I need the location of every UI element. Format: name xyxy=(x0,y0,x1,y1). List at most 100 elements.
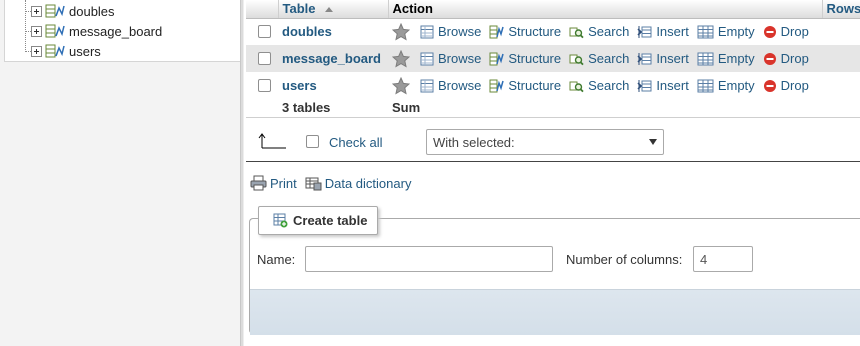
structure-icon xyxy=(489,52,505,65)
table-structure-icon xyxy=(45,24,65,38)
check-all-label[interactable]: Check all xyxy=(329,135,382,150)
table-structure-icon xyxy=(45,44,65,58)
print-link[interactable]: Print xyxy=(250,175,297,191)
tree-item-label: users xyxy=(69,43,101,59)
table-row: message_board Browse Structure Search In… xyxy=(246,45,860,72)
chevron-down-icon xyxy=(649,139,657,145)
printer-icon xyxy=(250,175,267,191)
create-table-legend: Create table xyxy=(258,206,379,235)
row-actions: Browse Structure Search Insert Empty Dro… xyxy=(392,49,818,68)
row-actions: Browse Structure Search Insert Empty Dro… xyxy=(392,76,818,95)
panel-resize-handle[interactable] xyxy=(240,0,244,346)
empty-icon xyxy=(697,79,714,92)
tables-list: Table Action Rows doubles Browse Structu… xyxy=(246,0,860,118)
table-column-header[interactable]: Table xyxy=(278,0,389,19)
create-table-icon xyxy=(273,213,288,228)
search-icon xyxy=(569,27,584,38)
drop-icon xyxy=(763,52,776,65)
empty-icon xyxy=(697,52,714,65)
sum-label: Sum xyxy=(388,99,822,118)
structure-link[interactable]: Structure xyxy=(489,78,561,93)
tree-line xyxy=(25,0,26,52)
print-links: Print Data dictionary xyxy=(250,174,419,192)
empty-link[interactable]: Empty xyxy=(697,24,755,39)
browse-link[interactable]: Browse xyxy=(420,78,481,93)
drop-icon xyxy=(763,79,776,92)
dropdown-value: With selected: xyxy=(433,134,515,150)
table-row: doubles Browse Structure Search Insert E… xyxy=(246,18,860,45)
database-tree: doubles message_board users xyxy=(4,0,240,62)
table-count: 3 tables xyxy=(278,99,388,118)
select-header xyxy=(246,0,279,19)
search-link[interactable]: Search xyxy=(569,78,629,93)
summary-row: 3 tables Sum xyxy=(246,99,860,118)
browse-link[interactable]: Browse xyxy=(420,51,481,66)
insert-link[interactable]: Insert xyxy=(637,51,689,66)
create-table-form: Name: Number of columns: 4 Create table xyxy=(249,206,860,335)
drop-link[interactable]: Drop xyxy=(763,24,809,39)
row-checkbox[interactable] xyxy=(258,25,271,39)
drop-link[interactable]: Drop xyxy=(763,51,809,66)
structure-icon xyxy=(489,79,505,92)
tree-item-users[interactable]: users xyxy=(25,42,101,60)
check-all-checkbox[interactable] xyxy=(306,135,319,148)
select-arrow-icon xyxy=(258,133,286,149)
favorite-star-icon[interactable] xyxy=(392,76,410,95)
name-label: Name: xyxy=(257,252,296,267)
browse-icon xyxy=(420,79,434,92)
browse-icon xyxy=(420,25,434,39)
browse-link[interactable]: Browse xyxy=(420,24,481,39)
structure-icon xyxy=(489,25,505,39)
browse-icon xyxy=(420,52,434,65)
navigation-panel: doubles message_board users xyxy=(0,0,240,346)
insert-link[interactable]: Insert xyxy=(637,78,689,93)
row-checkbox[interactable] xyxy=(258,52,271,65)
drop-icon xyxy=(763,25,776,38)
create-table-footer xyxy=(250,289,860,335)
table-name-link[interactable]: doubles xyxy=(282,24,332,39)
action-column-header: Action xyxy=(388,0,823,19)
with-selected-bar: Check all With selected: xyxy=(246,120,860,162)
columns-label: Number of columns: xyxy=(566,252,683,267)
insert-icon xyxy=(637,52,652,65)
create-table-title: Create table xyxy=(293,213,368,228)
search-link[interactable]: Search xyxy=(569,51,629,66)
favorite-star-icon[interactable] xyxy=(392,49,410,68)
empty-link[interactable]: Empty xyxy=(697,51,755,66)
with-selected-dropdown[interactable]: With selected: xyxy=(426,129,664,155)
search-link[interactable]: Search xyxy=(569,24,629,39)
table-header-row: Table Action Rows xyxy=(246,0,860,19)
table-structure-icon xyxy=(45,4,65,18)
main-content: Table Action Rows doubles Browse Structu… xyxy=(246,0,860,346)
drop-link[interactable]: Drop xyxy=(763,78,809,93)
structure-link[interactable]: Structure xyxy=(489,24,561,39)
data-dictionary-link[interactable]: Data dictionary xyxy=(305,175,411,191)
insert-icon xyxy=(637,79,652,92)
expand-icon[interactable] xyxy=(31,45,42,57)
tree-item-label: doubles xyxy=(69,3,115,19)
insert-icon xyxy=(637,25,652,38)
expand-icon[interactable] xyxy=(31,25,42,37)
table-header-label: Table xyxy=(282,1,316,17)
tree-item-label: message_board xyxy=(69,23,163,39)
table-row: users Browse Structure Search Insert Emp… xyxy=(246,72,860,99)
rows-column-header[interactable]: Rows xyxy=(822,0,860,19)
expand-icon[interactable] xyxy=(31,5,42,17)
table-name-input[interactable] xyxy=(305,246,553,272)
row-actions: Browse Structure Search Insert Empty Dro… xyxy=(392,22,818,41)
sort-ascending-icon xyxy=(325,7,334,13)
search-icon xyxy=(569,81,584,92)
structure-link[interactable]: Structure xyxy=(489,51,561,66)
empty-link[interactable]: Empty xyxy=(697,78,755,93)
tree-item-message-board[interactable]: message_board xyxy=(25,22,163,40)
number-of-columns-input[interactable]: 4 xyxy=(693,246,753,272)
search-icon xyxy=(569,54,584,65)
favorite-star-icon[interactable] xyxy=(392,22,410,41)
table-name-link[interactable]: users xyxy=(282,78,317,93)
data-dictionary-icon xyxy=(305,177,322,191)
empty-icon xyxy=(697,25,714,39)
row-checkbox[interactable] xyxy=(258,79,271,92)
table-name-link[interactable]: message_board xyxy=(282,51,381,66)
tree-item-doubles[interactable]: doubles xyxy=(25,2,115,20)
insert-link[interactable]: Insert xyxy=(637,24,689,39)
